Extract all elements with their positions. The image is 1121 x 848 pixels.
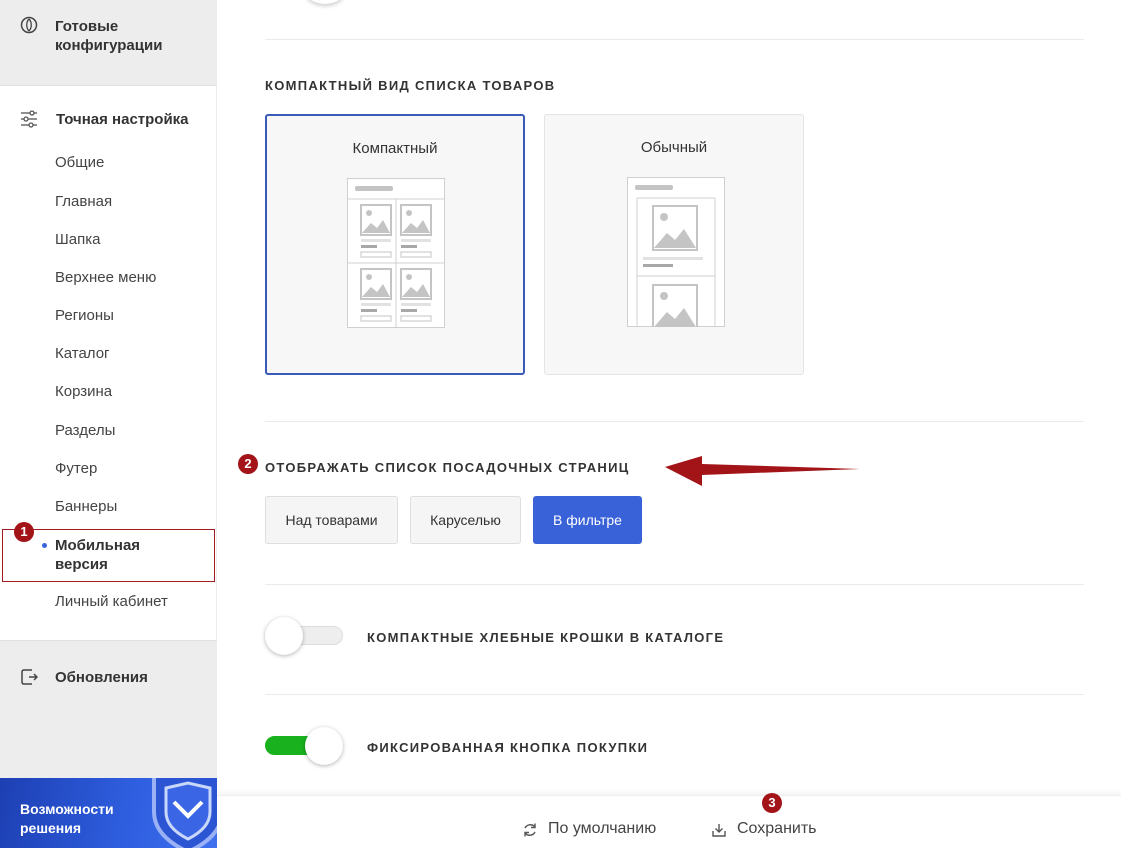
view-option-regular[interactable]: Обычный: [544, 114, 804, 375]
sidebar-ready-configs-label: Готовые конфигурации: [55, 18, 163, 54]
landing-option-above-products[interactable]: Над товарами: [265, 496, 398, 544]
sidebar-item-regions[interactable]: Регионы: [55, 307, 114, 324]
solution-features-banner[interactable]: Возможности решения: [0, 778, 217, 848]
view-option-compact[interactable]: Компактный: [265, 114, 525, 375]
sidebar-item-top-menu[interactable]: Верхнее меню: [55, 269, 156, 286]
compact-breadcrumbs-label: КОМПАКТНЫЕ ХЛЕБНЫЕ КРОШКИ В КАТАЛОГЕ: [367, 630, 725, 645]
view-option-regular-label: Обычный: [640, 139, 708, 156]
sidebar-item-footer[interactable]: Футер: [55, 460, 97, 477]
annotation-badge-2: 2: [238, 454, 258, 474]
active-dot-icon: [42, 543, 47, 548]
sidebar-item-mobile-version[interactable]: Мобильная версия: [55, 536, 185, 574]
reset-default-label: По умолчанию: [548, 820, 657, 837]
landing-option-in-filter[interactable]: В фильтре: [533, 496, 642, 544]
sidebar-item-ready-configs[interactable]: Готовые конфигурации: [0, 0, 217, 86]
divider: [265, 584, 1084, 585]
sidebar-item-cart[interactable]: Корзина: [55, 383, 112, 400]
annotation-badge-1: 1: [14, 522, 34, 542]
reset-default-button[interactable]: По умолчанию: [522, 820, 656, 838]
sidebar-item-main[interactable]: Главная: [55, 193, 112, 210]
sidebar-item-banners[interactable]: Баннеры: [55, 498, 117, 515]
fixed-buy-button-toggle[interactable]: [265, 727, 343, 765]
compact-breadcrumbs-toggle[interactable]: [265, 617, 343, 655]
shield-logo-icon: [152, 778, 217, 848]
sidebar: Готовые конфигурации Точная настройка Об…: [0, 0, 217, 848]
regular-list-preview-icon: [627, 177, 725, 327]
divider: [265, 421, 1084, 422]
toggle-knob-partial[interactable]: [305, 0, 345, 4]
save-button[interactable]: Сохранить: [711, 820, 817, 838]
sidebar-item-header[interactable]: Шапка: [55, 231, 100, 248]
sidebar-item-updates[interactable]: Обновления: [0, 640, 217, 778]
sidebar-updates-label: Обновления: [55, 669, 148, 686]
view-option-compact-label: Компактный: [352, 140, 438, 157]
divider: [265, 39, 1084, 40]
fixed-buy-button-label: ФИКСИРОВАННАЯ КНОПКА ПОКУПКИ: [367, 740, 649, 755]
sidebar-item-general[interactable]: Общие: [55, 154, 104, 171]
bottom-action-bar: По умолчанию 3 Сохранить: [217, 793, 1121, 848]
sidebar-item-sections[interactable]: Разделы: [55, 422, 115, 439]
annotation-badge-3: 3: [762, 793, 782, 813]
landing-option-carousel[interactable]: Каруселью: [410, 496, 521, 544]
refresh-icon: [524, 823, 536, 837]
toggle-knob: [305, 727, 343, 765]
save-icon: [712, 824, 726, 837]
toggle-knob: [265, 617, 303, 655]
compact-grid-preview-icon: [347, 178, 445, 328]
configs-icon: [20, 16, 38, 34]
sliders-icon: [21, 110, 37, 128]
compact-list-title: КОМПАКТНЫЙ ВИД СПИСКА ТОВАРОВ: [265, 78, 556, 93]
divider: [265, 694, 1084, 695]
updates-icon: [21, 669, 38, 685]
save-label: Сохранить: [737, 820, 817, 837]
sidebar-fine-tuning[interactable]: Точная настройка: [56, 111, 189, 128]
sidebar-item-catalog[interactable]: Каталог: [55, 345, 110, 362]
banner-text: Возможности решения: [20, 801, 114, 836]
landing-pages-title: ОТОБРАЖАТЬ СПИСОК ПОСАДОЧНЫХ СТРАНИЦ: [265, 460, 630, 475]
annotation-arrow-icon: [665, 456, 860, 486]
sidebar-item-personal-account[interactable]: Личный кабинет: [55, 593, 168, 610]
